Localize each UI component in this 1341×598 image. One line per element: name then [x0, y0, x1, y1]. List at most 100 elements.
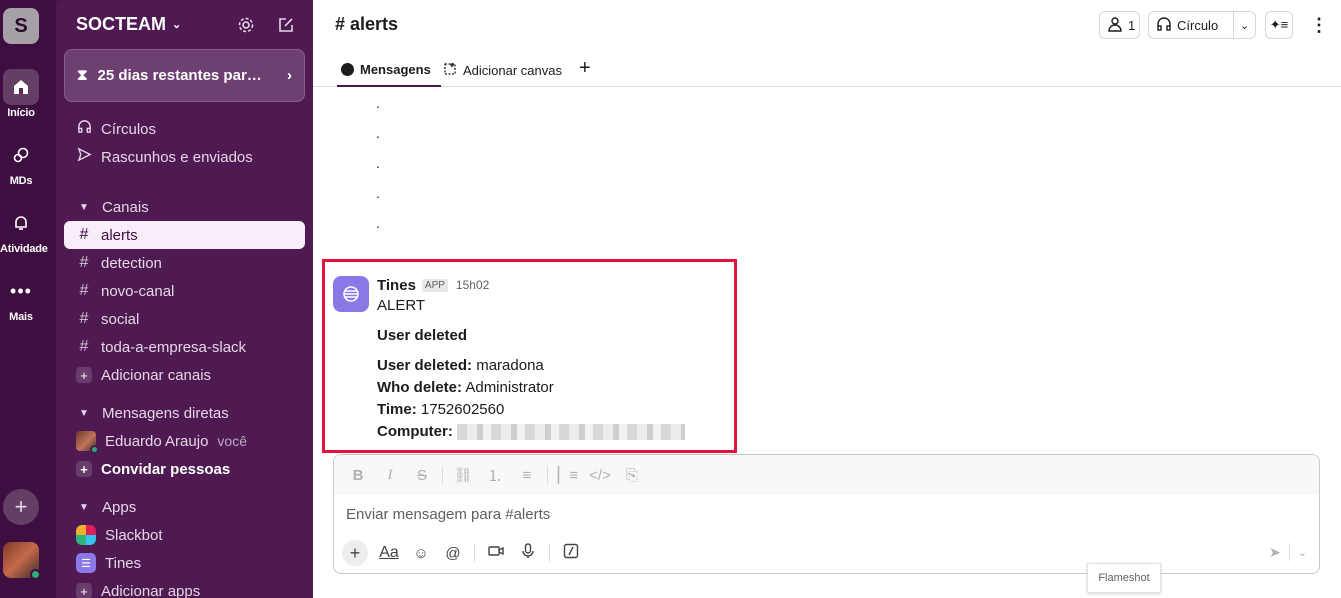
rail-more[interactable]: ••• Mais	[0, 273, 42, 324]
sidebar-item-alerts[interactable]: # alerts	[64, 221, 305, 249]
hash-icon: #	[79, 282, 89, 299]
alert-title: ALERT	[377, 297, 426, 314]
add-workspace-button[interactable]: +	[3, 489, 39, 525]
rail-dms[interactable]: MDs	[0, 137, 42, 187]
channels-section-header[interactable]: ▼ Canais	[64, 193, 305, 221]
message-author[interactable]: Tines	[377, 277, 416, 294]
workspace-name[interactable]: SOCTEAM ⌄	[76, 14, 181, 35]
code-icon[interactable]: </>	[588, 467, 612, 484]
more-vertical-icon[interactable]: ⋮	[1309, 12, 1329, 38]
app-badge: APP	[421, 278, 448, 292]
message-dot: .	[376, 155, 380, 171]
chevron-down-icon[interactable]: ⌄	[1298, 546, 1307, 559]
channel-view: # alerts 1 Círculo ⌄ ✦≡ ⋮ Mensagens Adic…	[313, 0, 1341, 598]
message-icon	[341, 62, 354, 76]
shortcuts-icon[interactable]	[560, 543, 582, 563]
add-apps-button[interactable]: + Adicionar apps	[64, 577, 305, 598]
workspace-logo[interactable]: S	[3, 8, 39, 44]
plus-icon: +	[76, 367, 92, 383]
microphone-icon[interactable]	[517, 543, 539, 563]
workspace-rail: S Início MDs Atividade ••• Mais +	[0, 0, 56, 598]
sidebar-item-tines[interactable]: ☰ Tines	[64, 549, 305, 577]
huddle-button[interactable]: Círculo ⌄	[1148, 11, 1256, 39]
redacted-value	[457, 424, 685, 441]
message-composer: B I S ⛓ ⒈ ≡ ▏≡ </> ⎘ Enviar mensagem par…	[333, 454, 1320, 574]
compose-icon[interactable]	[275, 14, 297, 36]
tines-icon: ☰	[76, 553, 96, 573]
alert-field: User deleted: maradona	[377, 355, 722, 377]
section-label: Apps	[102, 498, 137, 516]
tab-add-canvas[interactable]: Adicionar canvas	[443, 53, 562, 87]
plus-icon: +	[14, 494, 28, 519]
chevron-down-icon: ⌄	[172, 19, 182, 31]
ai-summary-button[interactable]: ✦≡	[1265, 11, 1293, 39]
add-channels-label: Adicionar canais	[101, 366, 212, 384]
members-button[interactable]: 1	[1099, 11, 1140, 39]
sidebar-item-dm-eduardo[interactable]: Eduardo Araujo você	[64, 427, 305, 455]
sidebar-item-novo-canal[interactable]: # novo-canal	[64, 277, 305, 305]
video-icon[interactable]	[485, 544, 507, 562]
hourglass-icon: ⧗	[77, 67, 88, 84]
headphones-icon	[76, 119, 92, 139]
apps-section-header[interactable]: ▼ Apps	[64, 493, 305, 521]
caret-down-icon: ▼	[79, 407, 89, 419]
huddle-label: Círculo	[1177, 17, 1219, 33]
tab-messages[interactable]: Mensagens	[337, 53, 441, 87]
plus-icon: +	[76, 461, 92, 477]
format-toggle-button[interactable]: Aa	[378, 544, 400, 562]
sidebar: SOCTEAM ⌄ ⧗ 25 dias restantes par… › Cír…	[56, 0, 313, 598]
members-count: 1	[1128, 17, 1136, 33]
sidebar-item-circles[interactable]: Círculos	[64, 115, 305, 143]
add-apps-label: Adicionar apps	[101, 582, 201, 598]
bullet-list-icon[interactable]: ≡	[515, 467, 539, 484]
gear-icon[interactable]	[235, 14, 257, 36]
rail-home-label: Início	[7, 107, 35, 119]
chevron-down-icon[interactable]: ⌄	[1233, 12, 1255, 38]
caret-down-icon: ▼	[79, 501, 89, 513]
plus-icon: +	[76, 583, 92, 598]
bold-icon[interactable]: B	[346, 467, 370, 484]
user-avatar[interactable]	[3, 542, 41, 580]
italic-icon[interactable]: I	[378, 467, 402, 484]
ordered-list-icon[interactable]: ⒈	[483, 465, 507, 486]
field-key: Who delete:	[377, 379, 462, 396]
sidebar-item-label: Círculos	[101, 120, 157, 138]
channel-label: detection	[101, 254, 162, 272]
blockquote-icon[interactable]: ▏≡	[556, 466, 580, 484]
channel-tabs: Mensagens Adicionar canvas +	[313, 53, 1341, 87]
strikethrough-icon[interactable]: S	[410, 467, 434, 484]
send-icon[interactable]: ➤	[1269, 544, 1281, 561]
send-controls: ➤ ⌄	[1269, 543, 1307, 561]
sidebar-item-drafts[interactable]: Rascunhos e enviados	[64, 143, 305, 171]
dm-user-label: Eduardo Araujo	[105, 432, 209, 450]
channel-title[interactable]: # alerts	[335, 14, 398, 35]
dms-section-header[interactable]: ▼ Mensagens diretas	[64, 399, 305, 427]
workspace-name-label: SOCTEAM	[76, 14, 166, 34]
sidebar-item-slackbot[interactable]: Slackbot	[64, 521, 305, 549]
add-channels-button[interactable]: + Adicionar canais	[64, 361, 305, 389]
rail-more-label: Mais	[9, 311, 33, 323]
emoji-icon[interactable]: ☺	[410, 545, 432, 562]
sidebar-item-social[interactable]: # social	[64, 305, 305, 333]
rail-activity[interactable]: Atividade	[0, 205, 48, 255]
link-icon[interactable]: ⛓	[451, 466, 475, 484]
section-label: Mensagens diretas	[102, 404, 229, 422]
invite-label: Convidar pessoas	[101, 460, 231, 478]
presence-dot	[30, 569, 41, 580]
tines-avatar[interactable]	[333, 276, 369, 312]
code-block-icon[interactable]: ⎘	[620, 467, 644, 484]
attach-plus-icon[interactable]: +	[342, 540, 368, 566]
add-tab-plus-icon[interactable]: +	[579, 57, 591, 80]
trial-banner[interactable]: ⧗ 25 dias restantes par… ›	[64, 49, 305, 102]
hash-icon: #	[79, 338, 89, 355]
invite-people-button[interactable]: + Convidar pessoas	[64, 455, 305, 483]
mention-icon[interactable]: @	[442, 545, 464, 562]
message-input[interactable]: Enviar mensagem para #alerts	[346, 506, 550, 523]
sidebar-item-toda-a-empresa[interactable]: # toda-a-empresa-slack	[64, 333, 305, 361]
rail-activity-label: Atividade	[0, 243, 48, 255]
rail-home[interactable]: Início	[0, 69, 42, 119]
alert-field: Computer:	[377, 421, 722, 443]
message-timestamp[interactable]: 15h02	[456, 278, 489, 292]
sidebar-item-detection[interactable]: # detection	[64, 249, 305, 277]
more-icon: •••	[10, 280, 32, 301]
